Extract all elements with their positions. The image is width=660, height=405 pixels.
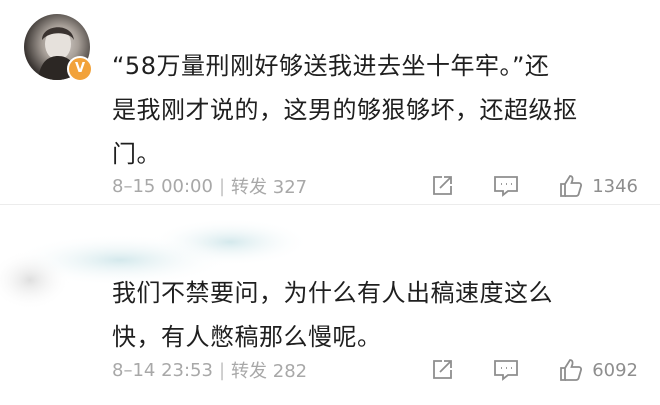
verified-badge-icon: V xyxy=(67,56,93,82)
like-button[interactable]: 6092 xyxy=(558,357,638,383)
thumbs-up-icon xyxy=(560,175,583,197)
meta-separator: | xyxy=(218,175,226,197)
share-icon xyxy=(433,176,453,195)
comment-icon xyxy=(494,176,519,197)
like-button[interactable]: 1346 xyxy=(558,173,638,199)
comment-text-line: 门。 xyxy=(112,140,161,168)
avatar[interactable]: V xyxy=(24,14,93,82)
comment-text-line: 我们不禁要问，为什么有人出稿速度这么 xyxy=(112,279,553,307)
comment-meta-row: 8–14 23:53 | 转发 282 6092 xyxy=(112,355,638,385)
comment-actions: 6092 xyxy=(392,357,638,383)
comment-actions: 1346 xyxy=(392,173,638,199)
comment-text: 我们不禁要问，为什么有人出稿速度这么 快，有人憋稿那么慢呢。 xyxy=(112,271,642,359)
meta-separator: | xyxy=(218,359,226,381)
comment-timestamp: 8–14 23:53 xyxy=(112,359,213,381)
comment-button[interactable] xyxy=(492,358,520,382)
comment-meta-row: 8–15 00:00 | 转发 327 1346 xyxy=(112,171,638,201)
thumbs-up-icon xyxy=(560,359,583,381)
like-count: 6092 xyxy=(592,359,638,381)
like-count: 1346 xyxy=(592,175,638,197)
share-icon xyxy=(433,360,453,379)
share-button[interactable] xyxy=(430,174,454,198)
share-button[interactable] xyxy=(430,358,454,382)
repost-count[interactable]: 转发 327 xyxy=(231,173,307,199)
comment-item: V “58万量刑刚好够送我进去坐十年牢。”还 是我刚才说的，这男的够狠够坏，还超… xyxy=(0,0,660,205)
comment-item: 我们不禁要问，为什么有人出稿速度这么 快，有人憋稿那么慢呢。 8–14 23:5… xyxy=(0,205,660,405)
repost-count[interactable]: 转发 282 xyxy=(231,357,307,383)
comment-text-line: “58万量刑刚好够送我进去坐十年牢。”还 xyxy=(112,52,550,80)
comment-button[interactable] xyxy=(492,174,520,198)
comment-icon xyxy=(494,360,519,381)
comment-text-line: 快，有人憋稿那么慢呢。 xyxy=(112,323,382,351)
comment-text: “58万量刑刚好够送我进去坐十年牢。”还 是我刚才说的，这男的够狠够坏，还超级抠… xyxy=(112,44,642,176)
comment-timestamp: 8–15 00:00 xyxy=(112,175,213,197)
comment-text-line: 是我刚才说的，这男的够狠够坏，还超级抠 xyxy=(112,96,578,124)
